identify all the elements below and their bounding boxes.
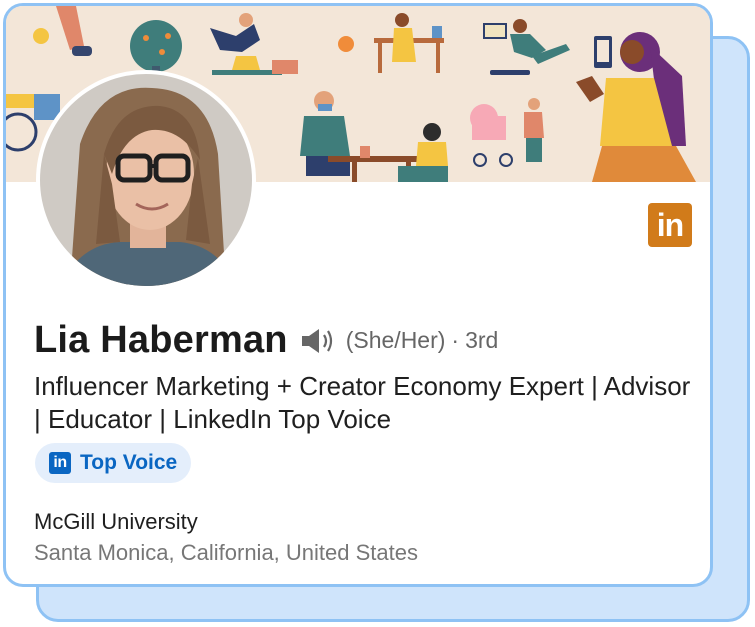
separator-dot: · xyxy=(451,327,460,353)
badge-label: Top Voice xyxy=(80,451,178,474)
profile-name: Lia Haberman xyxy=(34,319,288,361)
profile-headline: Influencer Marketing + Creator Economy E… xyxy=(34,371,691,434)
speaker-icon[interactable] xyxy=(300,326,336,356)
connection-degree: 3rd xyxy=(465,327,499,353)
profile-card: in Lia Haberman (She/Her) · 3rd Influenc… xyxy=(3,3,713,587)
location: Santa Monica, California, United States xyxy=(34,540,418,565)
profile-photo xyxy=(40,74,252,286)
avatar[interactable] xyxy=(36,70,256,290)
name-row: Lia Haberman (She/Her) · 3rd xyxy=(34,319,498,362)
top-voice-badge[interactable]: in Top Voice xyxy=(35,443,192,483)
education[interactable]: McGill University xyxy=(34,509,198,535)
linkedin-badge-icon: in xyxy=(49,452,71,474)
pronouns: (She/Her) xyxy=(345,327,446,353)
linkedin-logo-icon: in xyxy=(648,203,692,247)
